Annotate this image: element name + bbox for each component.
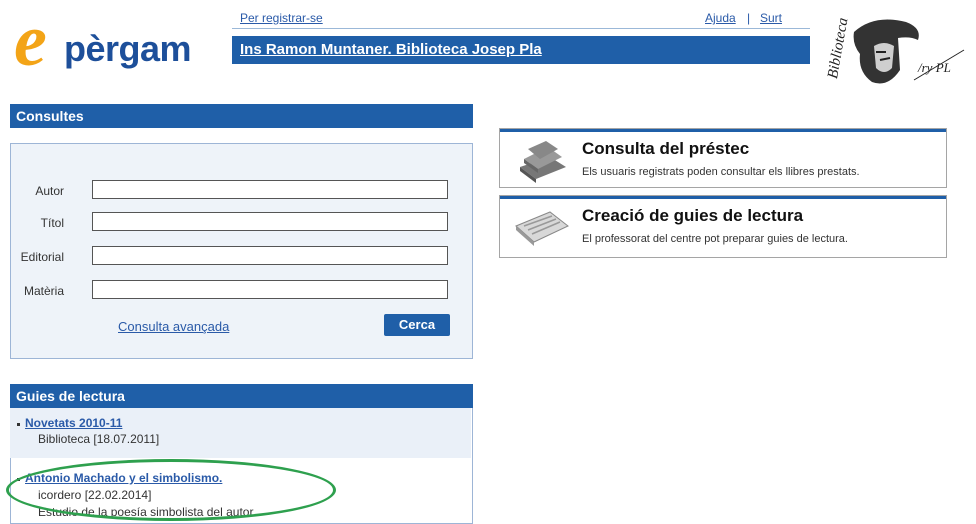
search-button[interactable]: Cerca: [384, 314, 450, 336]
autor-label: Autor: [35, 184, 64, 198]
books-icon: [520, 141, 566, 183]
materia-input[interactable]: [92, 280, 448, 299]
register-link[interactable]: Per registrar-se: [240, 11, 323, 25]
titol-label: Títol: [40, 216, 64, 230]
guies-header: Guies de lectura: [10, 384, 473, 408]
bullet-icon: [17, 423, 20, 426]
card-description: El professorat del centre pot preparar g…: [582, 233, 848, 245]
svg-text:Biblioteca: Biblioteca: [825, 16, 851, 79]
materia-label: Matèria: [23, 284, 64, 298]
notepad-icon: [515, 211, 569, 246]
library-portrait-logo: Biblioteca /ry PL: [814, 10, 976, 90]
help-link[interactable]: Ajuda: [705, 11, 736, 25]
library-name[interactable]: Ins Ramon Muntaner. Biblioteca Josep Pla: [240, 41, 542, 58]
consultes-title: Consultes: [16, 108, 84, 124]
consultes-header: Consultes: [10, 104, 473, 128]
highlight-ellipse: [6, 459, 336, 521]
card-accent-bar: [500, 129, 946, 132]
exit-link[interactable]: Surt: [760, 11, 782, 25]
guies-title: Guies de lectura: [16, 388, 125, 404]
card-accent-bar: [500, 196, 946, 199]
loan-lookup-card[interactable]: Consulta del préstec Els usuaris registr…: [499, 128, 947, 188]
reading-guides-card[interactable]: Creació de guies de lectura El professor…: [499, 195, 947, 258]
logo-text: pèrgam: [64, 28, 192, 69]
portrait-icon: Biblioteca /ry PL: [825, 16, 965, 84]
card-title[interactable]: Consulta del préstec: [582, 139, 749, 159]
link-separator: |: [747, 11, 751, 25]
epergam-logo: e pèrgam: [14, 0, 228, 82]
titol-input[interactable]: [92, 212, 448, 231]
autor-input[interactable]: [92, 180, 448, 199]
guide-title-link[interactable]: Novetats 2010-11: [25, 416, 122, 430]
card-title[interactable]: Creació de guies de lectura: [582, 206, 803, 226]
editorial-label: Editorial: [20, 250, 64, 264]
library-name-bar[interactable]: Ins Ramon Muntaner. Biblioteca Josep Pla: [232, 36, 810, 64]
editorial-input[interactable]: [92, 246, 448, 265]
card-description: Els usuaris registrats poden consultar e…: [582, 166, 860, 178]
guide-meta: Biblioteca [18.07.2011]: [38, 432, 160, 446]
logo-letter: e: [14, 0, 47, 82]
header-divider: [232, 28, 810, 29]
advanced-search-link[interactable]: Consulta avançada: [118, 319, 229, 334]
